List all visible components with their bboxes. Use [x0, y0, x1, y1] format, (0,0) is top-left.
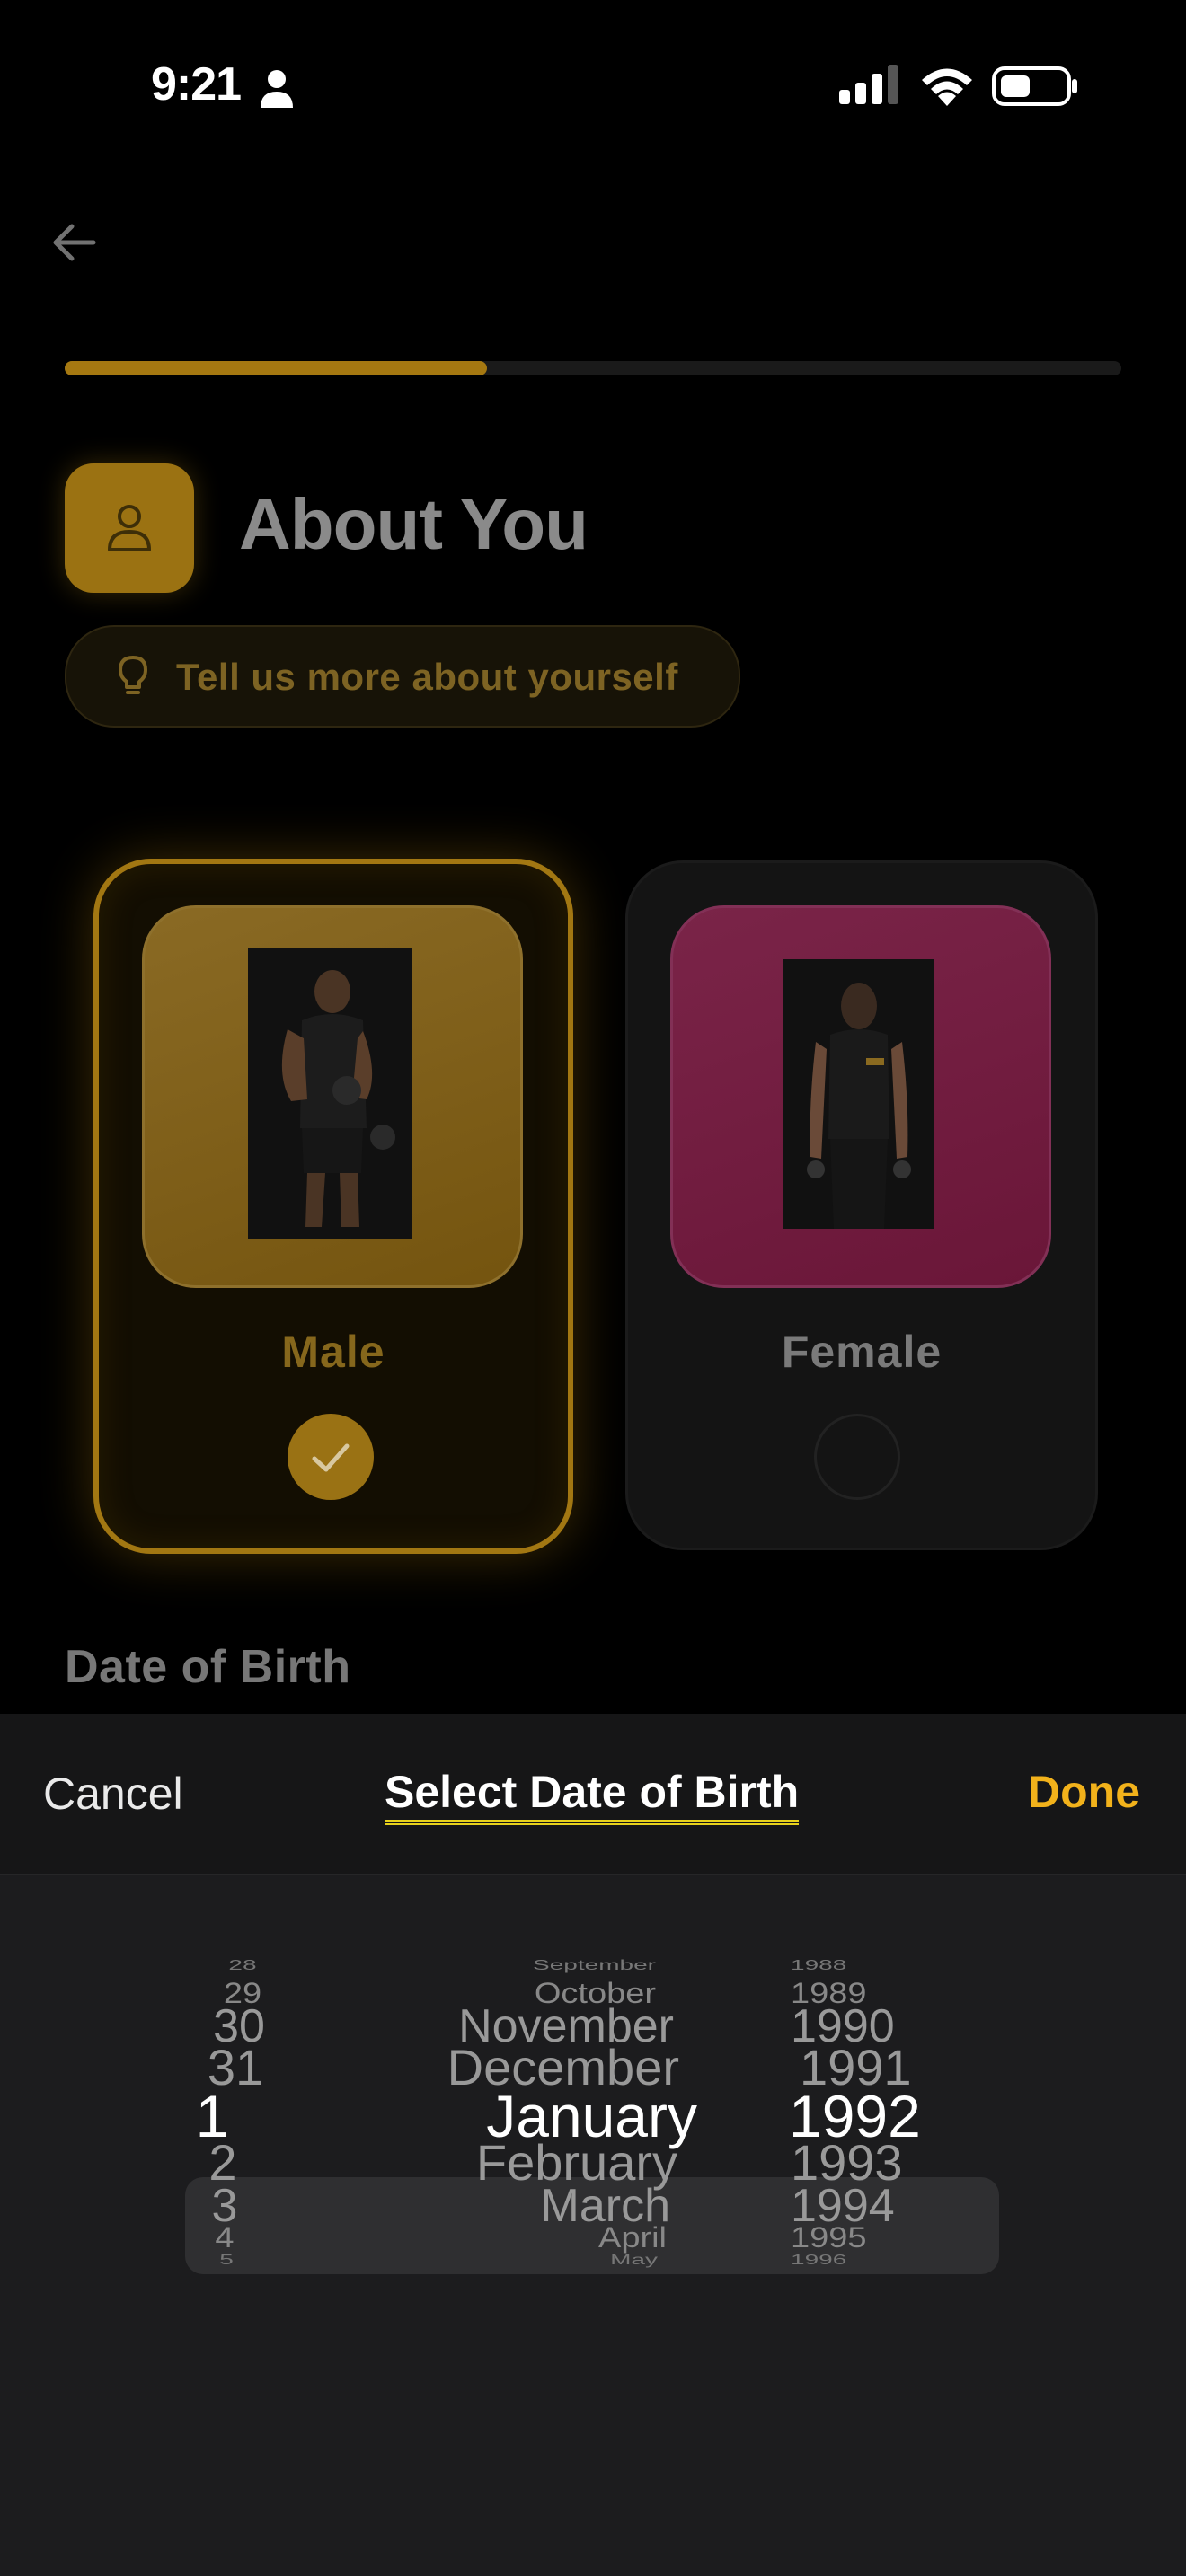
done-button[interactable]: Done	[1028, 1766, 1140, 1818]
picker-year-option[interactable]: 1995	[791, 2224, 988, 2253]
picker-year-option[interactable]: 1988	[791, 1958, 988, 1972]
picker-day-option[interactable]: 5	[164, 2253, 289, 2266]
female-option-label: Female	[781, 1327, 943, 1377]
picker-day-option[interactable]: 31	[173, 2042, 298, 2093]
status-time: 9:21	[151, 58, 242, 110]
back-arrow-icon[interactable]	[47, 216, 101, 269]
title-icon-badge	[65, 463, 194, 593]
cellular-signal-icon	[839, 65, 898, 104]
male-selected-check	[288, 1414, 374, 1500]
female-photo	[783, 959, 934, 1229]
date-of-birth-label: Date of Birth	[65, 1641, 351, 1693]
picker-day-option[interactable]: 4	[162, 2224, 288, 2253]
picker-year-option[interactable]: 1996	[791, 2253, 988, 2266]
cancel-button[interactable]: Cancel	[43, 1768, 183, 1820]
picker-month-option[interactable]: May	[280, 2253, 658, 2266]
person-status-icon	[261, 70, 293, 108]
page-title: About You	[239, 484, 589, 564]
person-icon	[108, 505, 151, 551]
progress-fill	[65, 361, 488, 375]
battery-icon	[992, 66, 1077, 106]
male-photo	[248, 948, 412, 1239]
picker-month-option[interactable]: September	[279, 1958, 656, 1972]
subtitle-text: Tell us more about yourself	[176, 656, 678, 698]
date-wheel-picker[interactable]: 28 29 30 31 1 2 3 4 5 September October November Dec…	[0, 1940, 1186, 2515]
sheet-title: Select Date of Birth	[385, 1766, 800, 1825]
check-icon	[312, 1443, 350, 1472]
picker-month-option[interactable]: April	[289, 2224, 667, 2253]
male-option-label: Male	[281, 1327, 385, 1377]
lightbulb-icon	[119, 656, 147, 694]
wifi-icon	[922, 68, 972, 106]
female-radio[interactable]	[814, 1414, 900, 1500]
